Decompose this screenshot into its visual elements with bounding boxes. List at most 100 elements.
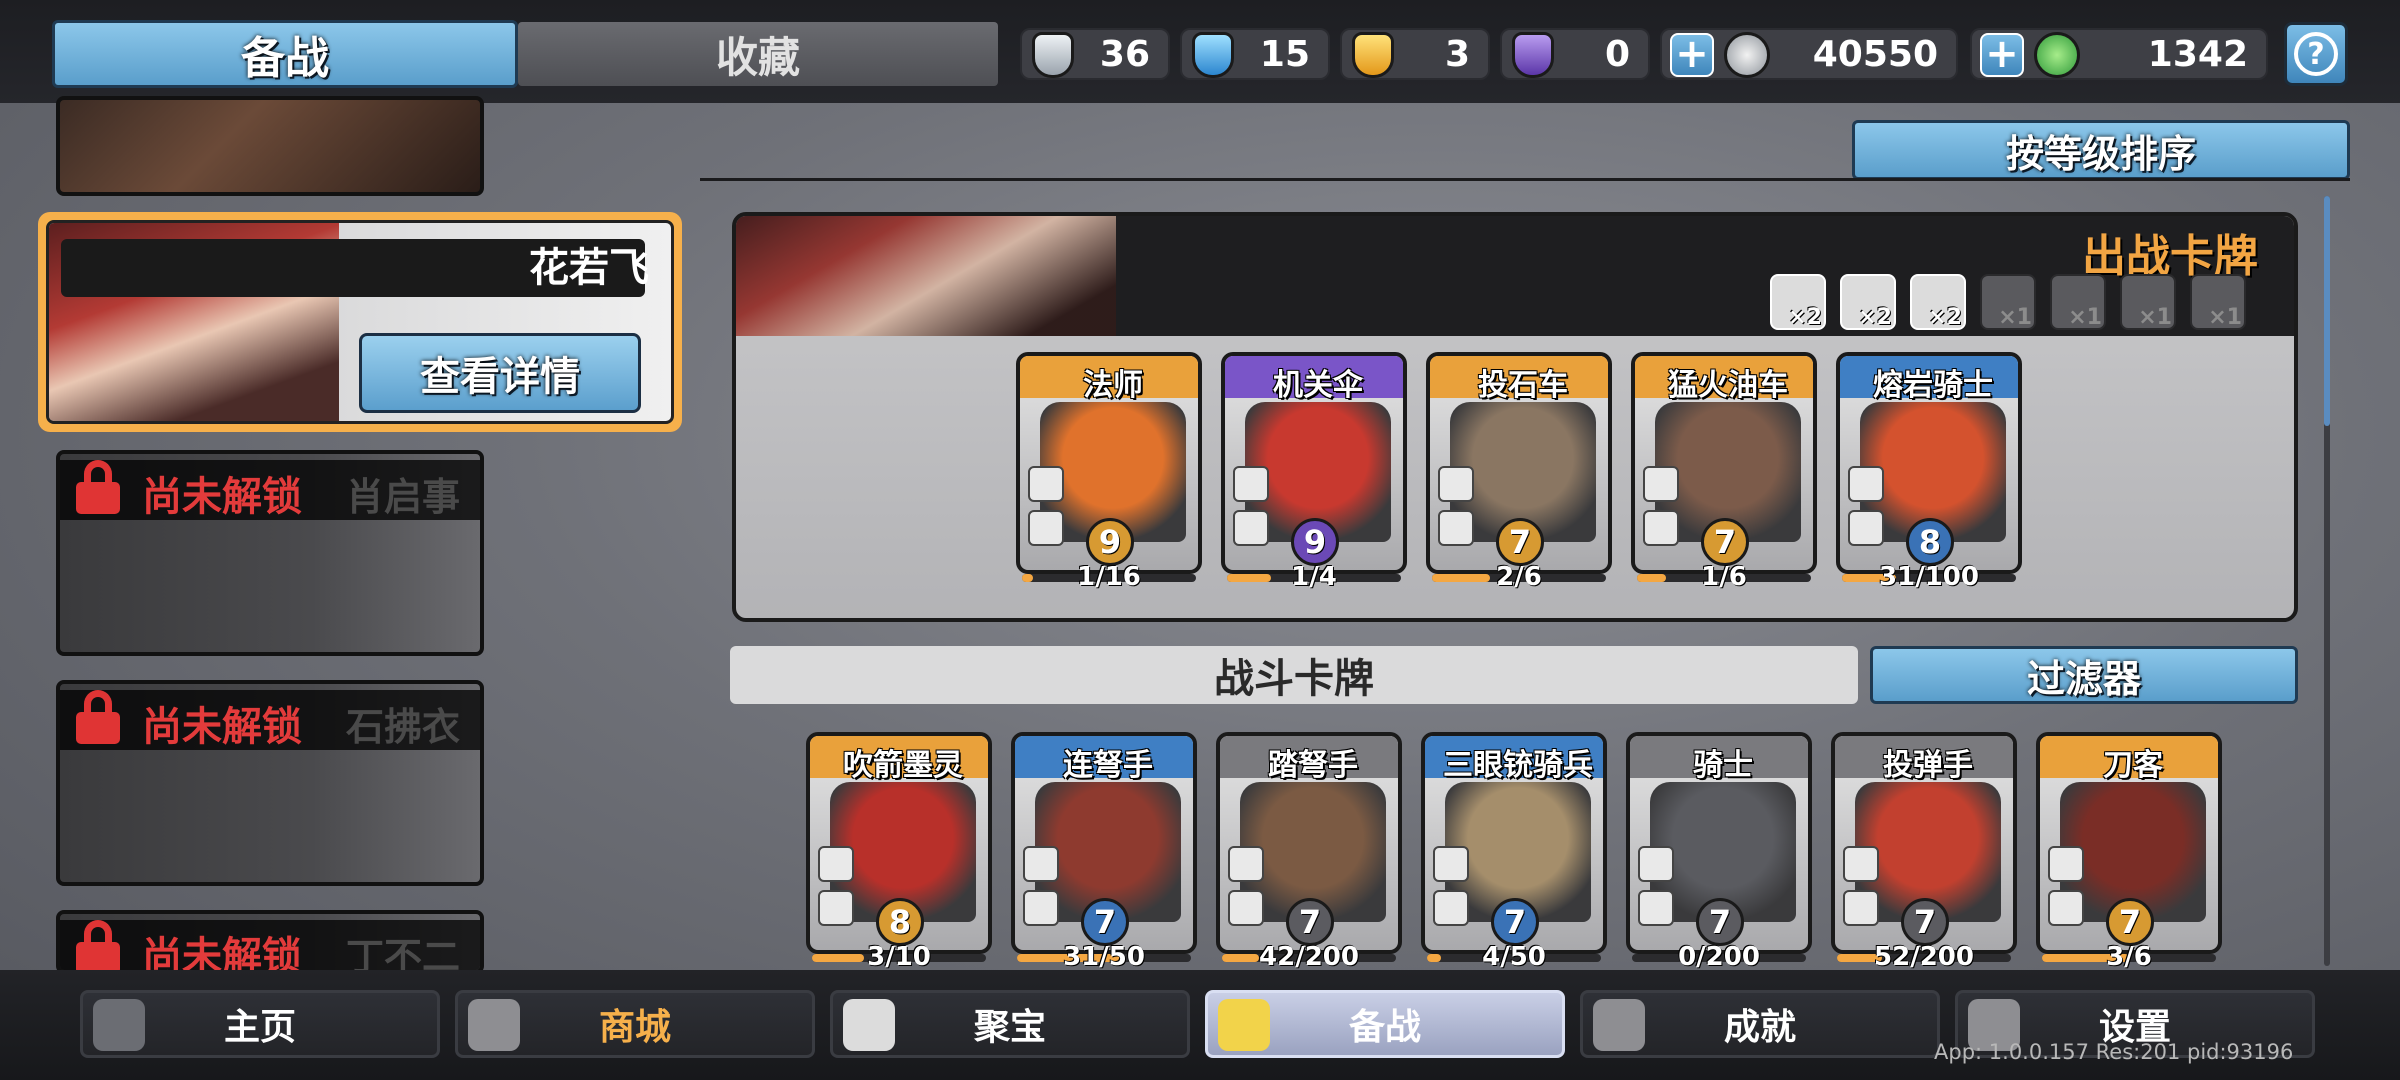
card-progress-text: 4/50 [1482,942,1546,970]
card-progress-text: 31/50 [1063,942,1145,970]
card-level-badge: 9 [1086,518,1134,566]
unit-card[interactable]: 吹箭墨灵 8 3/10 [806,732,992,970]
locked-label: 尚未解锁 [142,934,302,974]
unit-card[interactable]: 刀客 7 3/6 [2036,732,2222,970]
deck-slot-icon: ×1 [2190,274,2246,330]
nav-home-button[interactable]: 主页 [80,990,440,1058]
hero-card-locked[interactable]: 尚未解锁 丁不二 [56,910,484,974]
card-frame: 吹箭墨灵 8 [806,732,992,954]
silver-coin-icon [1724,32,1770,78]
resource-value: 36 [1099,33,1150,75]
card-level-badge: 7 [1491,898,1539,946]
hero-card-locked[interactable]: 尚未解锁 石拂衣 [56,680,484,886]
help-button[interactable]: ? [2284,22,2348,86]
card-level-badge: 8 [1906,518,1954,566]
card-frame: 连弩手 7 [1011,732,1197,954]
card-frame: 三眼铳骑兵 7 [1421,732,1607,954]
nav-shop-button[interactable]: 商城 [455,990,815,1058]
resource-silver-coins: + 40550 [1660,28,1958,80]
unit-trait-icon [1438,510,1474,546]
deck-slot-count: ×2 [1788,305,1822,330]
lock-icon [76,690,120,744]
treasure-bowl-icon [843,999,895,1051]
unit-card[interactable]: 连弩手 7 31/50 [1011,732,1197,970]
nav-label: 聚宝 [973,1007,1046,1048]
nav-achievement-button[interactable]: 成就 [1580,990,1940,1058]
resource-purple-badge: 0 [1500,28,1650,80]
unit-card[interactable]: 猛火油车 7 1/6 [1631,352,1817,592]
resource-blue-crystal: 15 [1180,28,1330,80]
unit-card[interactable]: 投弹手 7 52/200 [1831,732,2017,970]
hero-card-selected[interactable]: 花若飞 查看详情 [38,212,682,432]
deck-slot-icon: ×1 [2050,274,2106,330]
deck-slot-icon: ×1 [1980,274,2036,330]
unit-trait-icon [1643,510,1679,546]
card-name: 三眼铳骑兵 [1443,748,1593,783]
battle-cards-title: 战斗卡牌 [730,646,1858,704]
nav-prepare-button[interactable]: 备战 [1205,990,1565,1058]
card-progress-text: 42/200 [1259,942,1359,970]
resource-value: 3 [1444,33,1470,75]
unit-card[interactable]: 踏弩手 7 42/200 [1216,732,1402,970]
hero-card-previous[interactable] [56,96,484,196]
unit-card[interactable]: 投石车 7 2/6 [1426,352,1612,592]
deck-slot-icon: ×1 [2120,274,2176,330]
hero-card-locked[interactable]: 尚未解锁 肖启事 [56,450,484,656]
jade-value: 1342 [2147,33,2248,75]
tab-collection[interactable]: 收藏 [518,22,998,86]
unit-card[interactable]: 熔岩骑士 8 31/100 [1836,352,2022,592]
card-progress-text: 0/200 [1678,942,1760,970]
card-frame: 投石车 7 [1426,352,1612,574]
unit-trait-icon [1433,890,1469,926]
unit-trait-icon [1233,510,1269,546]
card-progress-text: 52/200 [1874,942,1974,970]
card-frame: 踏弩手 7 [1216,732,1402,954]
nav-treasure-button[interactable]: 聚宝 [830,990,1190,1058]
card-level-badge: 7 [2106,898,2154,946]
unit-trait-icon [1638,890,1674,926]
card-name: 吹箭墨灵 [843,748,963,783]
card-name: 投石车 [1478,368,1568,403]
blue-crystal-icon [1192,32,1234,78]
resource-silver-shield: 36 [1020,28,1170,80]
unit-card[interactable]: 法师 9 1/16 [1016,352,1202,592]
card-progress-text: 3/6 [2106,942,2152,970]
card-progress-text: 1/16 [1077,562,1141,592]
card-frame: 熔岩骑士 8 [1836,352,2022,574]
unit-type-icon [1228,846,1264,882]
deck-slot-icon: ×2 [1840,274,1896,330]
deck-header: 出战卡牌 ×2 ×2 ×2 ×1 ×1 ×1 ×1 [736,216,2294,336]
unit-type-icon [818,846,854,882]
unit-type-icon [1028,466,1064,502]
unit-card[interactable]: 机关伞 9 1/4 [1221,352,1407,592]
scrollbar-thumb[interactable] [2324,196,2330,426]
filter-button[interactable]: 过滤器 [1870,646,2298,704]
card-level-badge: 9 [1291,518,1339,566]
deck-slot-icon: ×2 [1910,274,1966,330]
view-details-button[interactable]: 查看详情 [359,333,641,413]
add-silver-button[interactable]: + [1670,33,1714,77]
add-jade-button[interactable]: + [1980,33,2024,77]
unit-card[interactable]: 三眼铳骑兵 7 4/50 [1421,732,1607,970]
sort-by-level-button[interactable]: 按等级排序 [1852,120,2350,180]
tab-prepare[interactable]: 备战 [52,20,518,88]
card-frame: 机关伞 9 [1221,352,1407,574]
unit-type-icon [1643,466,1679,502]
unit-trait-icon [2048,890,2084,926]
unit-type-icon [1233,466,1269,502]
unit-card[interactable]: 骑士 7 0/200 [1626,732,1812,970]
card-level-badge: 8 [876,898,924,946]
version-text: App: 1.0.0.157 Res:201 pid:93196 [1934,1040,2294,1064]
card-progress-text: 1/6 [1701,562,1747,592]
locked-hero-name: 肖启事 [345,475,460,519]
card-name: 踏弩手 [1268,748,1358,783]
purple-badge-icon [1512,32,1554,78]
resource-gold-badge: 3 [1340,28,1490,80]
locked-hero-name: 丁不二 [345,935,460,974]
cards-icon [1218,999,1270,1051]
nav-label: 备战 [1348,1007,1421,1048]
home-icon [93,999,145,1051]
card-level-badge: 7 [1496,518,1544,566]
card-level-badge: 7 [1901,898,1949,946]
unit-trait-icon [1843,890,1879,926]
